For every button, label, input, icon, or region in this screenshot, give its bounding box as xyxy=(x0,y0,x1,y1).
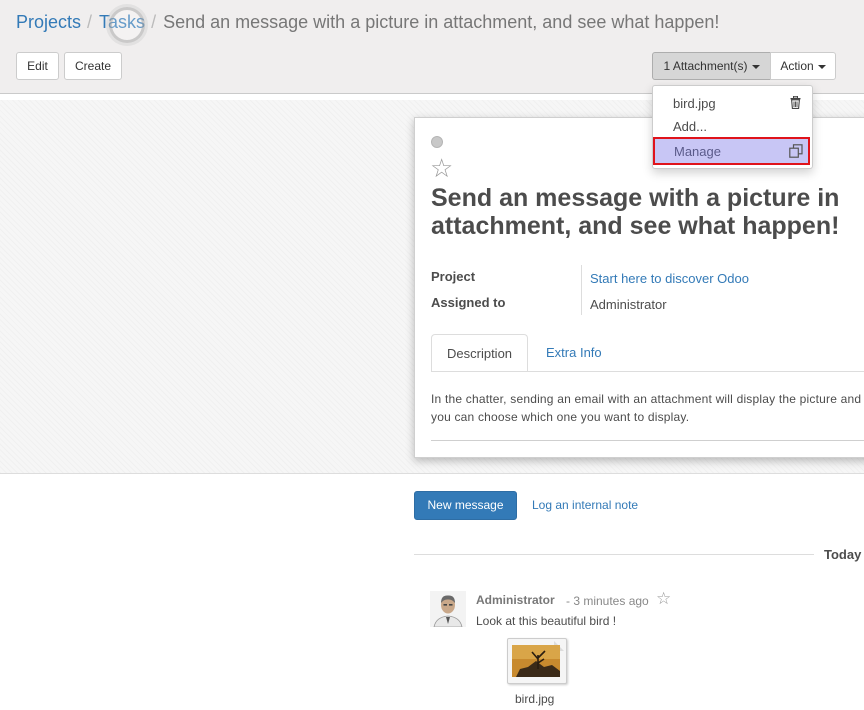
breadcrumb-tasks[interactable]: Tasks xyxy=(99,7,145,43)
copy-icon xyxy=(789,144,803,163)
star-icon[interactable]: ☆ xyxy=(430,155,453,181)
breadcrumb-current: Send an message with a picture in attach… xyxy=(163,12,720,32)
kanban-state-dot[interactable] xyxy=(431,136,443,148)
star-icon[interactable]: ☆ xyxy=(656,590,671,608)
field-divider xyxy=(581,265,582,315)
edit-button[interactable]: Edit xyxy=(16,52,59,80)
trash-icon[interactable] xyxy=(790,95,801,114)
attachment-file-item[interactable]: bird.jpg xyxy=(673,96,716,111)
tab-extra-info[interactable]: Extra Info xyxy=(531,334,617,372)
attachments-button-label: 1 Attachment(s) xyxy=(663,59,748,73)
project-value[interactable]: Start here to discover Odoo xyxy=(590,271,749,286)
tab-description[interactable]: Description xyxy=(431,334,528,372)
message-body: Look at this beautiful bird ! xyxy=(476,614,617,628)
tabs-divider xyxy=(431,371,864,372)
breadcrumb: Projects / Tasks / Send an message with a pi… xyxy=(16,7,720,43)
new-message-button[interactable]: New message xyxy=(414,491,517,520)
control-panel: Projects / Tasks / Send an message with a pi… xyxy=(0,0,864,94)
action-button[interactable]: Action xyxy=(770,52,836,80)
attachments-button[interactable]: 1 Attachment(s) xyxy=(652,52,771,80)
assigned-to-value: Administrator xyxy=(590,297,667,312)
description-divider xyxy=(431,440,864,441)
manage-attachments-item[interactable]: Manage xyxy=(653,137,810,165)
breadcrumb-projects[interactable]: Projects xyxy=(16,12,81,32)
attachment-name[interactable]: bird.jpg xyxy=(515,692,554,706)
breadcrumb-separator: / xyxy=(151,12,157,32)
attachments-dropdown: bird.jpg Add... Manage xyxy=(652,85,813,169)
project-label: Project xyxy=(431,269,476,284)
bird-image xyxy=(512,641,564,677)
action-button-label: Action xyxy=(780,59,814,73)
add-attachment-item[interactable]: Add... xyxy=(673,119,707,134)
avatar[interactable] xyxy=(430,591,466,627)
create-button[interactable]: Create xyxy=(64,52,122,80)
caret-down-icon xyxy=(751,64,760,69)
caret-down-icon xyxy=(817,64,826,69)
breadcrumb-separator: / xyxy=(87,12,93,32)
task-title: Send an message with a picture in attach… xyxy=(431,184,840,240)
log-internal-note-link[interactable]: Log an internal note xyxy=(532,498,638,512)
manage-label: Manage xyxy=(674,144,721,159)
avatar-image xyxy=(430,591,466,627)
message-author[interactable]: Administrator xyxy=(476,593,555,607)
attachment-thumbnail[interactable] xyxy=(507,638,567,684)
click-indicator xyxy=(109,7,146,43)
description-text: In the chatter, sending an email with an… xyxy=(431,392,862,424)
message-time: - 3 minutes ago xyxy=(566,594,649,608)
assigned-to-label: Assigned to xyxy=(431,295,506,310)
day-separator-line xyxy=(414,554,814,555)
day-label: Today xyxy=(824,547,862,562)
